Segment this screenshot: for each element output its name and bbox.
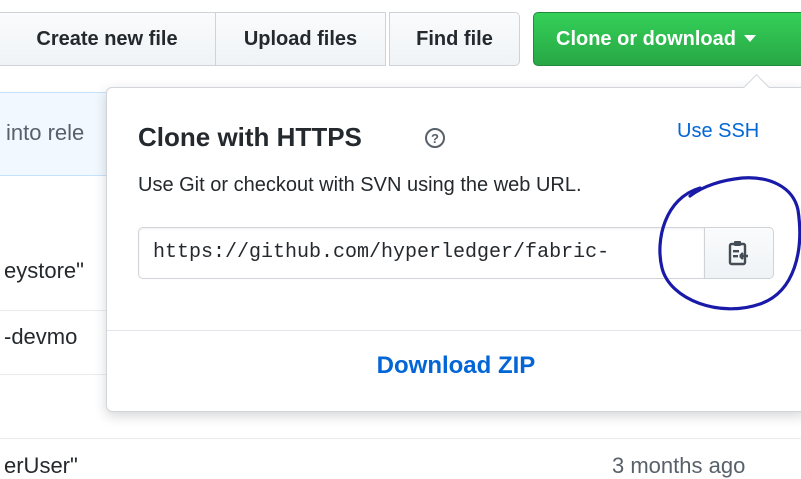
file-navigation-toolbar: Create new file Upload files Find file C… (0, 0, 801, 80)
commit-banner-text: into rele (6, 120, 85, 145)
chevron-down-icon (744, 34, 756, 42)
create-new-file-button[interactable]: Create new file (0, 12, 216, 66)
use-ssh-link[interactable]: Use SSH (677, 120, 759, 143)
file-row-message: -devmo (4, 324, 78, 349)
clone-description: Use Git or checkout with SVN using the w… (138, 174, 582, 196)
clone-title: Clone with HTTPS (138, 122, 362, 152)
file-row-message: eystore" (4, 258, 84, 283)
popover-divider (107, 330, 801, 331)
question-icon[interactable]: ? (425, 128, 445, 148)
find-file-button[interactable]: Find file (389, 12, 520, 66)
copy-url-button[interactable] (704, 227, 774, 279)
clone-url-field[interactable]: https://github.com/hyperledger/fabric- (138, 227, 704, 279)
clone-dropdown-popover: Clone with HTTPS ? Use SSH Use Git or ch… (106, 74, 801, 412)
clippy-icon (728, 241, 748, 266)
file-row-message: erUser" (4, 453, 78, 478)
clone-url-group: https://github.com/hyperledger/fabric- (138, 227, 775, 279)
upload-files-button[interactable]: Upload files (215, 12, 386, 66)
clone-or-download-label: Clone or download (556, 27, 736, 50)
download-zip-link[interactable]: Download ZIP (107, 352, 801, 380)
clone-or-download-button[interactable]: Clone or download (533, 12, 801, 66)
row-divider (0, 438, 801, 439)
file-row-age: 3 months ago (612, 453, 746, 478)
